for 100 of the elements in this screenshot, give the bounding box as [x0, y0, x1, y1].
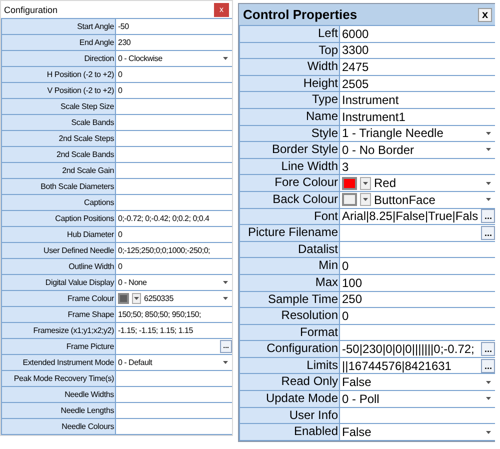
dropdown-arrow-icon [223, 57, 228, 60]
value-field[interactable]: 2475 [340, 59, 495, 75]
dropdown-arrow-icon [223, 281, 228, 284]
panel-title: Control Properties [243, 7, 358, 22]
value-dropdown[interactable]: 0 - No Border [342, 142, 495, 157]
property-label: Line Width [240, 158, 339, 174]
dropdown-arrow-icon [363, 198, 368, 202]
value-field[interactable] [116, 179, 232, 194]
value-field[interactable] [116, 131, 232, 146]
property-label: End Angle [2, 35, 115, 50]
property-label: H Position (-2 to +2) [2, 67, 115, 82]
value-field[interactable]: 0;-125;250;0;0;1000;-250;0; [116, 243, 232, 258]
value-dropdown[interactable]: 0 - Poll [342, 392, 495, 406]
value-field[interactable]: -1.15; -1.15; 1.15; 1.15 [116, 323, 232, 338]
value-field[interactable] [116, 147, 232, 162]
property-label: Height [240, 76, 339, 92]
ellipsis-button[interactable]: ... [481, 209, 495, 224]
property-label: Configuration [240, 341, 339, 357]
value-field[interactable]: 2505 [340, 76, 495, 92]
property-label: Frame Colour [2, 291, 115, 306]
value-field[interactable]: 100 [340, 274, 495, 290]
value-field[interactable]: 230 [116, 35, 232, 50]
property-label: Format [240, 324, 339, 340]
value-field[interactable] [340, 324, 495, 340]
value-field[interactable]: 0 [116, 83, 232, 98]
property-label: User Defined Needle [2, 243, 115, 258]
value-field[interactable] [116, 99, 232, 114]
property-label: Picture Filename [240, 225, 339, 241]
ellipsis-button[interactable]: ... [481, 226, 495, 240]
property-label: Frame Picture [2, 339, 115, 354]
value-field[interactable] [116, 387, 232, 402]
property-label: Border Style [240, 142, 339, 158]
property-label: User Info [240, 408, 339, 424]
value-field[interactable]: 0 [116, 67, 232, 82]
property-label: Caption Positions [2, 211, 115, 226]
panel-title: Configuration [4, 4, 58, 14]
property-label: Width [240, 59, 339, 75]
ellipsis-button[interactable]: ... [481, 358, 495, 373]
property-label: Needle Lengths [2, 403, 115, 418]
value-field[interactable] [116, 115, 232, 130]
property-label: Direction [2, 51, 115, 66]
property-label: Enabled [240, 424, 339, 440]
property-label: Name [240, 108, 339, 125]
property-label: Start Angle [2, 19, 115, 34]
value-field[interactable]: Instrument1 [340, 108, 495, 125]
property-label: Top [240, 42, 339, 58]
property-label: Limits [240, 358, 339, 374]
property-label: Back Colour [240, 192, 339, 208]
dropdown-arrow-icon [363, 182, 368, 185]
property-label: Peak Mode Recovery Time(s) [2, 371, 115, 386]
property-label: 2nd Scale Steps [2, 131, 115, 146]
property-label: Hub Diameter [2, 227, 115, 242]
property-label: Needle Colours [2, 419, 115, 434]
value-field[interactable]: ||16744576|8421631 [342, 358, 478, 373]
value-field[interactable]: 3 [340, 158, 495, 174]
value-dropdown[interactable]: False [342, 425, 495, 440]
value-field[interactable]: 6000 [340, 26, 495, 42]
property-label: Update Mode [240, 391, 339, 407]
value-field[interactable]: -50 [116, 19, 232, 34]
property-label: Scale Step Size [2, 99, 115, 114]
property-label: Outline Width [2, 259, 115, 274]
value-field[interactable] [116, 419, 232, 434]
value-field[interactable]: 0 [116, 259, 232, 274]
property-label: Font [240, 208, 339, 224]
value-field[interactable] [116, 371, 232, 386]
value-field[interactable]: Instrument [340, 92, 495, 108]
dropdown-arrow-icon [223, 297, 228, 300]
value-field[interactable]: -50|230|0|0|0|||||||0;-0.72; [342, 342, 478, 356]
close-button[interactable]: x [214, 2, 229, 16]
property-label: Datalist [240, 242, 339, 258]
dropdown-arrow-icon [486, 132, 491, 135]
value-field[interactable] [340, 242, 495, 258]
value-dropdown[interactable]: 1 - Triangle Needle [342, 126, 495, 140]
value-field[interactable]: 0 [116, 227, 232, 242]
dropdown-arrow-icon [486, 198, 491, 202]
property-label: Frame Shape [2, 307, 115, 322]
value-field[interactable] [116, 195, 232, 210]
dropdown-arrow-icon [486, 182, 491, 185]
dropdown-arrow-icon [223, 361, 228, 364]
value-field[interactable]: 250 [340, 292, 495, 308]
ellipsis-button[interactable]: ... [481, 342, 495, 356]
value-field[interactable] [116, 163, 232, 178]
property-label: Type [240, 92, 339, 108]
value-dropdown[interactable]: False [342, 375, 495, 390]
value-field[interactable]: Arial|8.25|False|True|Fals [342, 209, 478, 224]
value-field[interactable]: 0;-0.72; 0;-0.42; 0;0.2; 0;0.4 [116, 211, 232, 226]
value-field[interactable]: 0 [340, 258, 495, 274]
close-button[interactable]: x [478, 8, 492, 22]
value-field[interactable]: 150;50; 850;50; 950;150; [116, 307, 232, 322]
property-label: Left [240, 26, 339, 42]
colour-picker-button[interactable] [360, 176, 371, 190]
colour-picker-button[interactable] [360, 193, 371, 206]
property-label: Framesize (x1;y1;x2;y2) [2, 323, 115, 338]
value-field[interactable] [340, 408, 495, 424]
value-field[interactable] [116, 403, 232, 418]
property-label: Captions [2, 195, 115, 210]
value-field[interactable]: 3300 [340, 42, 495, 58]
value-field[interactable]: 0 [340, 308, 495, 324]
dropdown-arrow-icon [486, 148, 491, 152]
colour-picker-button[interactable] [132, 293, 141, 304]
